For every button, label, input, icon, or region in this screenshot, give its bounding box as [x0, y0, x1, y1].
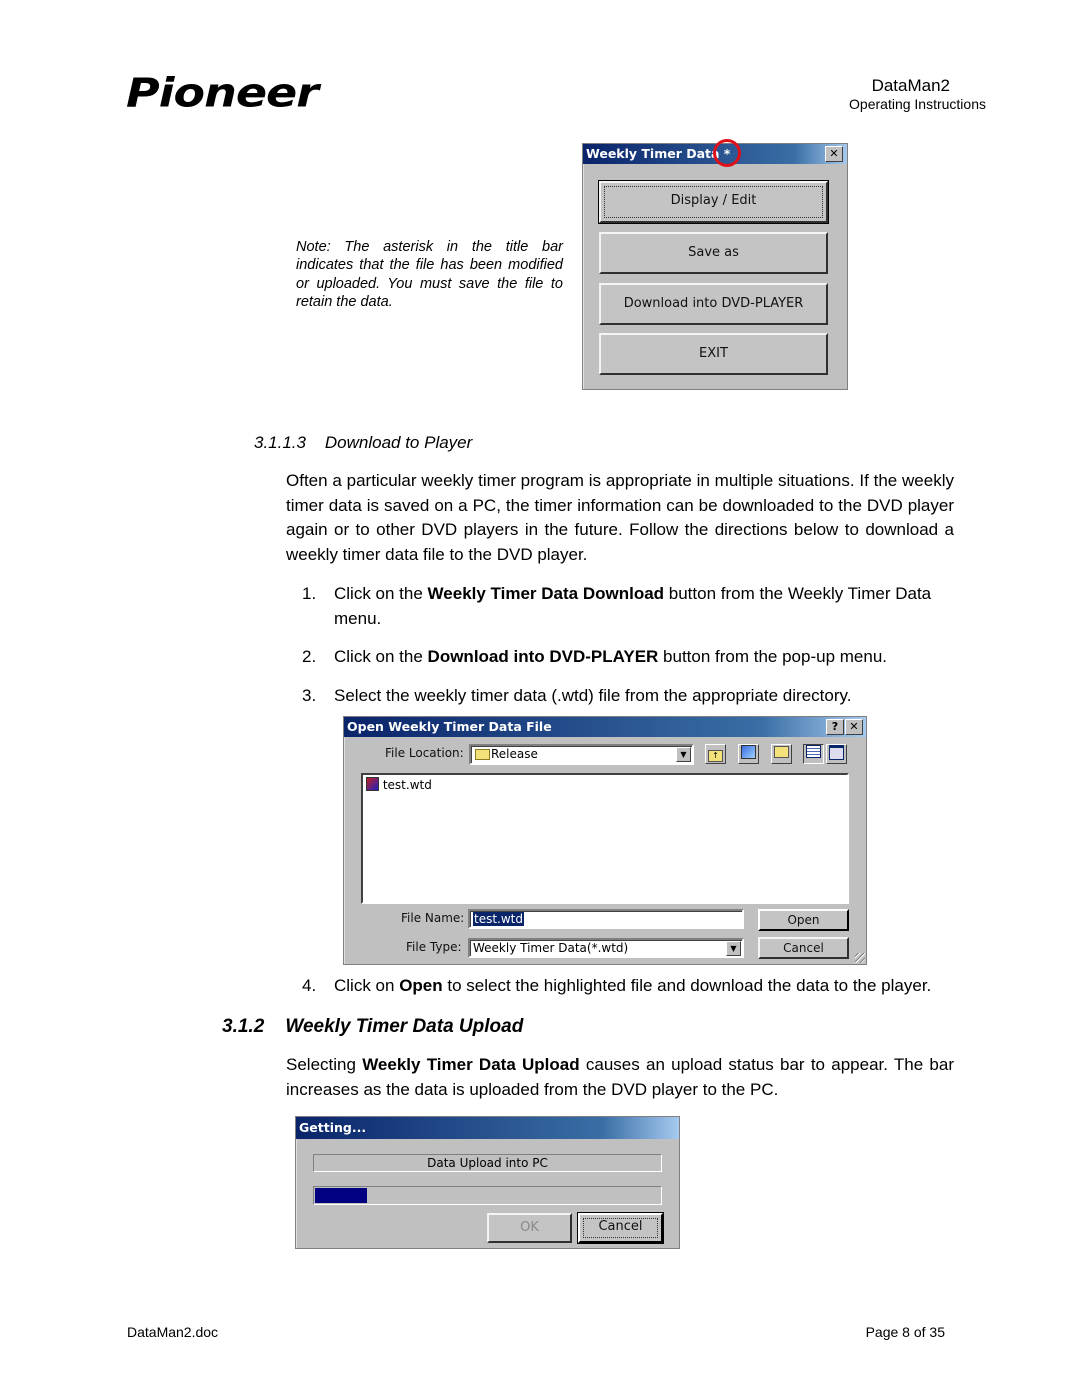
folder-icon [475, 749, 490, 760]
list-item[interactable]: test.wtd [366, 777, 432, 792]
step-3: 3. Select the weekly timer data (.wtd) f… [302, 686, 852, 705]
section-heading-download-to-player: 3.1.1.3 Download to Player [254, 433, 473, 452]
up-folder-icon[interactable]: ↑ [705, 744, 726, 764]
ok-button[interactable]: OK [487, 1213, 572, 1243]
section-heading-weekly-timer-data-upload: 3.1.2 Weekly Timer Data Upload [222, 1016, 524, 1037]
file-location-label: File Location: [385, 746, 464, 760]
exit-button[interactable]: EXIT [599, 333, 828, 375]
chevron-down-icon[interactable]: ▼ [726, 941, 741, 956]
file-location-dropdown[interactable]: Release ▼ [469, 744, 694, 765]
weekly-timer-data-dialog: Weekly Timer Data * ✕ Display / Edit Sav… [582, 143, 848, 390]
display-edit-button[interactable]: Display / Edit [598, 180, 829, 224]
details-view-icon[interactable] [826, 744, 847, 764]
save-as-button[interactable]: Save as [599, 232, 828, 274]
dialog-titlebar: Open Weekly Timer Data File ? ✕ [344, 717, 866, 737]
download-into-dvd-player-button[interactable]: Download into DVD-PLAYER [599, 283, 828, 325]
asterisk-highlight-circle [713, 139, 741, 167]
pioneer-logo: Pioneer [126, 68, 319, 116]
file-name-label: File Name: [401, 911, 465, 925]
resize-grip[interactable] [855, 953, 865, 963]
cancel-button[interactable]: Cancel [758, 937, 849, 959]
close-icon[interactable]: ✕ [825, 146, 843, 162]
step-4: 4. Click on Open to select the highlight… [302, 976, 932, 995]
dialog-title: Weekly Timer Data * [586, 146, 731, 161]
cancel-button[interactable]: Cancel [577, 1212, 664, 1244]
chevron-down-icon[interactable]: ▼ [676, 747, 691, 762]
file-name-input[interactable]: test.wtd [468, 909, 744, 929]
dialog-title: Open Weekly Timer Data File [347, 719, 552, 734]
step-1: 1. Click on the Weekly Timer Data Downlo… [302, 584, 932, 628]
file-type-dropdown[interactable]: Weekly Timer Data(*.wtd) ▼ [468, 938, 744, 958]
status-text-panel: Data Upload into PC [313, 1154, 662, 1172]
dialog-titlebar: Getting... [296, 1117, 679, 1139]
open-button[interactable]: Open [758, 909, 849, 931]
desktop-icon[interactable] [738, 744, 759, 764]
step-2: 2. Click on the Download into DVD-PLAYER… [302, 647, 888, 666]
file-icon [366, 777, 379, 791]
footer-page-number: Page 8 of 35 [865, 1324, 945, 1340]
upload-paragraph: Selecting Weekly Timer Data Upload cause… [286, 1055, 955, 1099]
document-subtitle: Operating Instructions [849, 96, 986, 112]
asterisk-note: Note: The asterisk in the title bar indi… [296, 239, 563, 310]
getting-progress-dialog: Getting... Data Upload into PC OK Cancel [295, 1116, 680, 1249]
download-intro-paragraph: Often a particular weekly timer program … [286, 471, 954, 565]
dialog-title: Getting... [299, 1120, 367, 1135]
list-view-icon[interactable] [803, 744, 824, 764]
file-list[interactable]: test.wtd [361, 773, 849, 904]
document-title: DataMan2 [871, 76, 950, 95]
help-icon[interactable]: ? [826, 719, 844, 735]
open-weekly-timer-data-file-dialog: Open Weekly Timer Data File ? ✕ File Loc… [343, 716, 867, 965]
footer-filename: DataMan2.doc [127, 1324, 219, 1340]
close-icon[interactable]: ✕ [845, 719, 863, 735]
new-folder-icon[interactable] [771, 744, 792, 764]
progress-fill [315, 1188, 368, 1203]
upload-progress-bar [313, 1186, 662, 1205]
file-type-label: File Type: [406, 940, 462, 954]
